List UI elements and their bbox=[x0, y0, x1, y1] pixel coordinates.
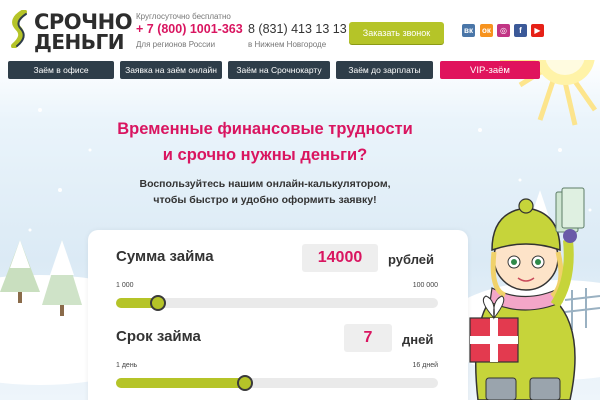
term-min-label: 1 день bbox=[116, 362, 138, 369]
nav-payday-loan[interactable]: Заём до зарплаты bbox=[336, 61, 433, 79]
callback-button[interactable]: Заказать звонок bbox=[349, 22, 444, 44]
amount-max-label: 100 000 bbox=[412, 282, 438, 289]
odnoklassniki-icon[interactable]: ок bbox=[480, 24, 493, 37]
amount-slider-thumb[interactable] bbox=[149, 295, 166, 311]
facebook-icon[interactable]: f bbox=[514, 24, 527, 37]
term-unit: дней bbox=[402, 332, 434, 347]
amount-label: Сумма займа bbox=[116, 248, 214, 265]
amount-min-label: 1 000 bbox=[116, 282, 134, 289]
phone-local-note: в Нижнем Новгороде bbox=[248, 40, 327, 49]
loan-calculator: Сумма займа 14000 рублей 1 000 100 000 С… bbox=[88, 230, 468, 400]
term-max-label: 16 дней bbox=[412, 362, 438, 369]
term-input[interactable]: 7 bbox=[344, 324, 392, 352]
phone-free[interactable]: + 7 (800) 1001-363 bbox=[136, 22, 243, 36]
instagram-icon[interactable]: ◎ bbox=[497, 24, 510, 37]
nav-online-application[interactable]: Заявка на заём онлайн bbox=[120, 61, 222, 79]
vk-icon[interactable]: вк bbox=[462, 24, 475, 37]
hero-title-line2: и срочно нужны деньги? bbox=[162, 146, 368, 164]
term-slider-thumb[interactable] bbox=[236, 375, 253, 391]
amount-unit: рублей bbox=[388, 252, 435, 267]
youtube-icon[interactable]: ▶ bbox=[531, 24, 544, 37]
phone-free-note: Для регионов России bbox=[136, 40, 216, 49]
amount-input[interactable]: 14000 bbox=[302, 244, 378, 272]
amount-slider[interactable] bbox=[116, 295, 438, 311]
phone-local[interactable]: 8 (831) 413 13 13 bbox=[248, 22, 347, 36]
hero-title-line1: Временные финансовые трудности bbox=[117, 120, 413, 138]
hero-subtitle-line1: Воспользуйтесь нашим онлайн-калькуляторо… bbox=[139, 178, 391, 190]
brand-logo[interactable]: СРОЧНО ДЕНЬГИ bbox=[8, 8, 133, 54]
brand-name-line2: ДЕНЬГИ bbox=[34, 30, 124, 54]
nav-card-loan[interactable]: Заём на Срочнокарту bbox=[228, 61, 330, 79]
site-header: СРОЧНО ДЕНЬГИ Круглосуточно бесплатно + … bbox=[0, 0, 600, 60]
logo-mark-icon bbox=[11, 10, 27, 48]
term-label: Срок займа bbox=[116, 328, 201, 345]
hours-note: Круглосуточно бесплатно bbox=[136, 12, 231, 21]
nav-vip-loan[interactable]: VIP-заём bbox=[440, 61, 540, 79]
term-slider-fill bbox=[116, 378, 245, 388]
nav-office-loan[interactable]: Заём в офисе bbox=[8, 61, 114, 79]
term-slider[interactable] bbox=[116, 375, 438, 391]
hero-subtitle-line2: чтобы быстро и удобно оформить заявку! bbox=[153, 194, 377, 206]
